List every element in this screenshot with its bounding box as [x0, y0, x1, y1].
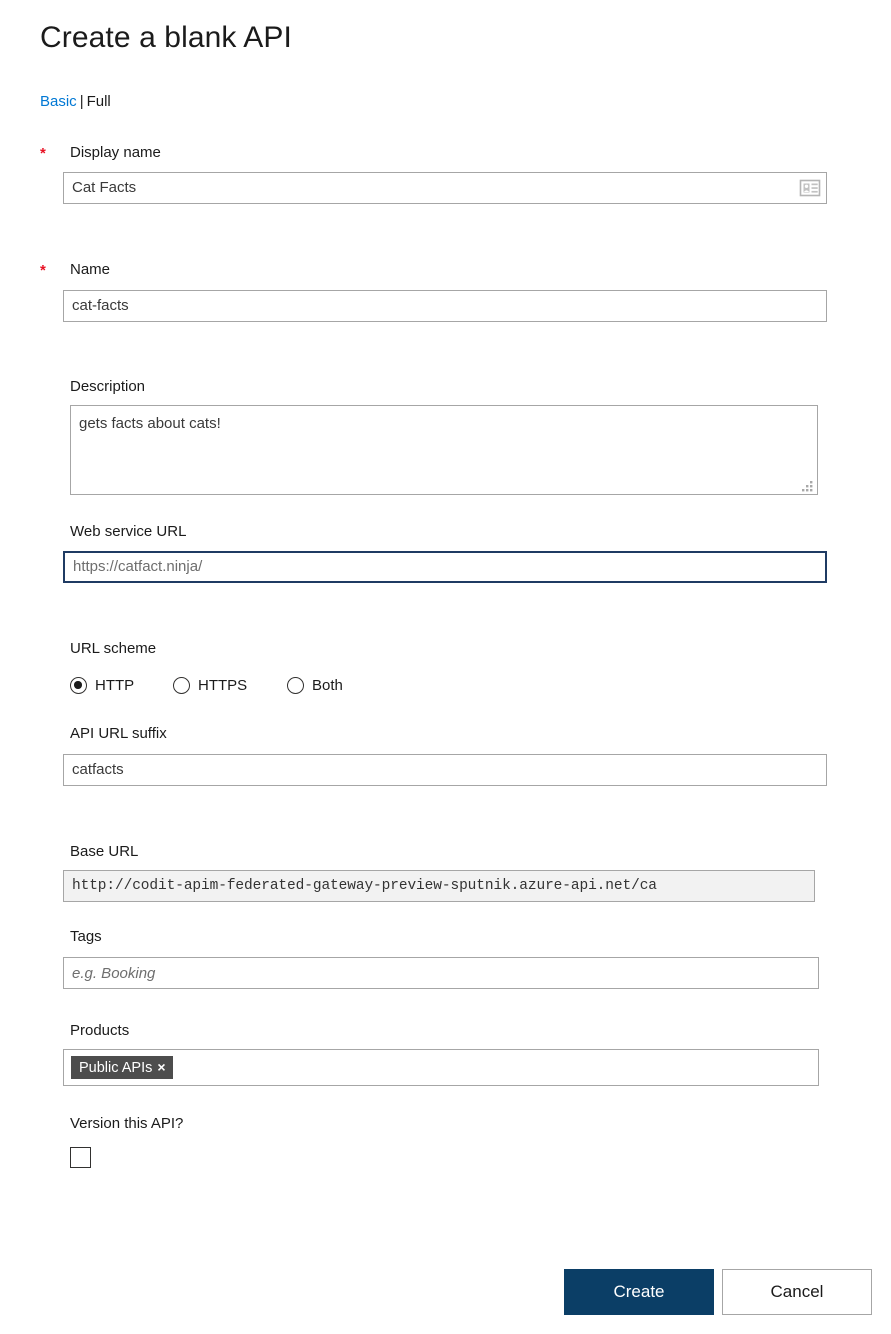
radio-https-dot[interactable]	[173, 677, 190, 694]
page-title: Create a blank API	[40, 21, 292, 54]
label-url-scheme: URL scheme	[70, 640, 157, 657]
label-web-service-url: Web service URL	[70, 523, 187, 540]
radio-http-dot[interactable]	[70, 677, 87, 694]
radio-https-label: HTTPS	[198, 677, 248, 694]
web-service-url-input[interactable]: https://catfact.ninja/	[63, 551, 827, 583]
required-indicator-display-name: *	[40, 145, 46, 162]
label-api-url-suffix: API URL suffix	[70, 725, 167, 742]
product-chip-label: Public APIs	[79, 1060, 153, 1076]
field-products: Products	[40, 1021, 840, 1043]
cancel-button[interactable]: Cancel	[722, 1269, 872, 1315]
base-url-value: http://codit-apim-federated-gateway-prev…	[63, 870, 815, 902]
field-name: * Name	[40, 260, 840, 282]
mode-tab-basic[interactable]: Basic	[40, 93, 77, 110]
version-this-api-checkbox[interactable]	[70, 1147, 91, 1168]
mode-switch: Basic | Full	[40, 92, 111, 112]
mode-separator: |	[79, 93, 84, 110]
tags-input[interactable]	[63, 957, 819, 989]
field-url-scheme: URL scheme	[40, 639, 840, 661]
field-web-service-url: Web service URL	[40, 522, 840, 544]
field-base-url: Base URL	[40, 842, 840, 864]
products-input[interactable]: Public APIs ×	[63, 1049, 819, 1086]
label-version-this-api: Version this API?	[70, 1115, 184, 1132]
display-name-input[interactable]: Cat Facts	[63, 172, 827, 204]
label-tags: Tags	[70, 928, 102, 945]
field-api-url-suffix: API URL suffix	[40, 724, 840, 746]
radio-both-label: Both	[312, 677, 343, 694]
field-description: Description	[40, 377, 840, 399]
radio-http-label: HTTP	[95, 677, 135, 694]
product-chip-remove-icon[interactable]: ×	[157, 1059, 165, 1075]
name-input[interactable]: cat-facts	[63, 290, 827, 322]
label-products: Products	[70, 1022, 130, 1039]
label-name: Name	[70, 261, 111, 278]
required-indicator-name: *	[40, 262, 46, 279]
display-name-value: Cat Facts	[72, 179, 137, 196]
label-base-url: Base URL	[70, 843, 139, 860]
mode-tab-full[interactable]: Full	[87, 93, 111, 110]
radio-both-dot[interactable]	[287, 677, 304, 694]
label-display-name: Display name	[70, 144, 161, 161]
field-tags: Tags	[40, 927, 840, 949]
create-button[interactable]: Create	[564, 1269, 714, 1315]
contact-card-icon[interactable]	[799, 177, 821, 199]
field-version-this-api: Version this API?	[40, 1114, 840, 1136]
field-display-name: * Display name	[40, 143, 840, 165]
product-chip[interactable]: Public APIs ×	[71, 1056, 173, 1079]
create-blank-api-form: Create a blank API Basic | Full * Display …	[0, 0, 891, 1334]
api-url-suffix-input[interactable]: catfacts	[63, 754, 827, 786]
label-description: Description	[70, 378, 146, 395]
url-scheme-radio-group: HTTP HTTPS Both	[70, 675, 470, 697]
description-textarea[interactable]	[70, 405, 818, 495]
